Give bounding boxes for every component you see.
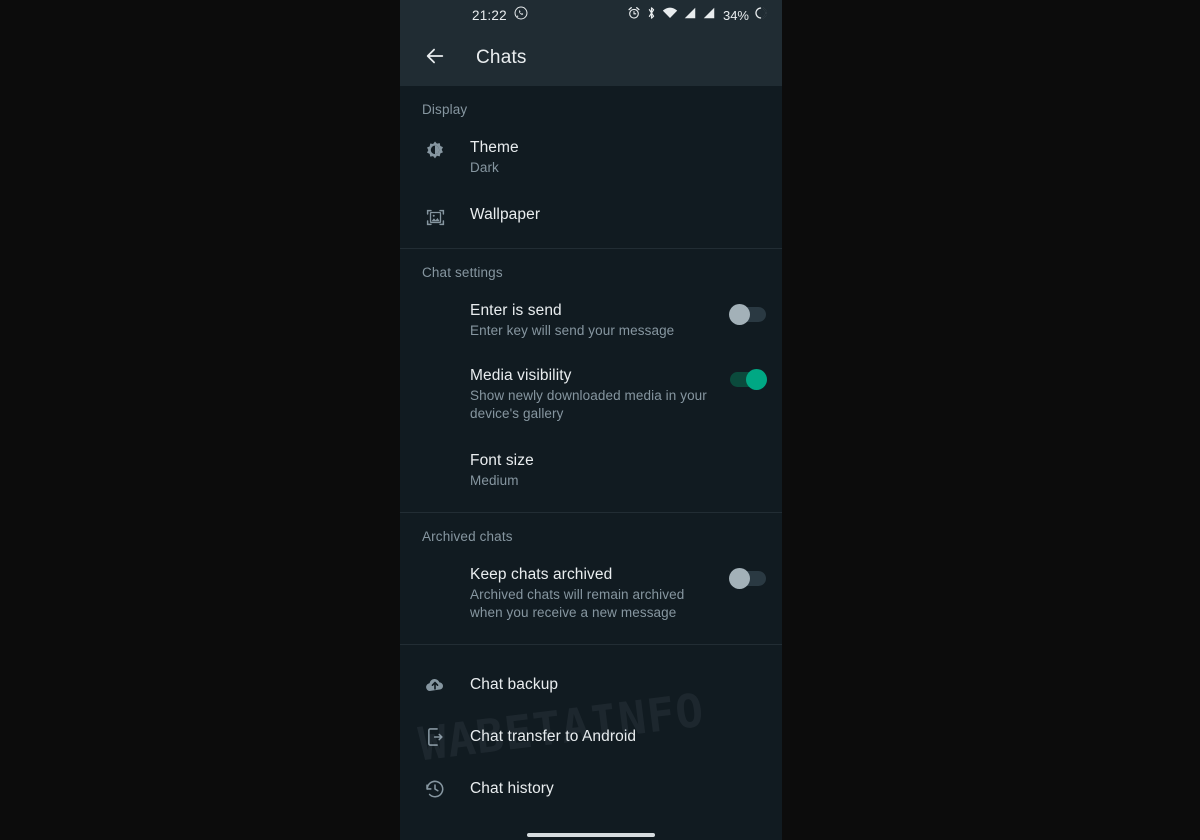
section-archived-chats: Archived chats Keep chats archived Archi… — [400, 512, 782, 644]
section-header-chat-settings: Chat settings — [422, 265, 503, 280]
status-bar-left: 21:22 — [472, 6, 528, 25]
screenshot-canvas: 21:22 34% Chats Display Theme Dark Wallp… — [0, 0, 1200, 840]
enter-is-send-text-block: Enter is send Enter key will send your m… — [470, 301, 730, 340]
media-visibility-text-block: Media visibility Show newly downloaded m… — [470, 366, 730, 423]
media-visibility-description: Show newly downloaded media in your devi… — [470, 388, 707, 421]
settings-row-chat-history[interactable]: Chat history — [400, 763, 782, 815]
toggle-thumb — [729, 568, 750, 589]
theme-text-block: Theme Dark — [470, 138, 766, 177]
signal-sim2-icon — [702, 6, 716, 25]
section-header-archived-chats: Archived chats — [422, 529, 513, 544]
app-bar: Chats — [400, 30, 782, 86]
battery-percent-label: 34% — [722, 7, 749, 23]
settings-row-theme[interactable]: Theme Dark — [400, 126, 782, 189]
theme-title: Theme — [470, 139, 519, 156]
font-size-title: Font size — [470, 452, 534, 469]
settings-list: Display Theme Dark Wallpaper Chat settin… — [400, 86, 782, 815]
media-visibility-title: Media visibility — [470, 367, 572, 384]
enter-is-send-description: Enter key will send your message — [470, 323, 675, 338]
settings-row-wallpaper[interactable]: Wallpaper — [400, 189, 782, 248]
settings-row-font-size[interactable]: Font size Medium — [400, 437, 782, 512]
chat-backup-title: Chat backup — [470, 676, 559, 693]
battery-circle-icon — [754, 6, 768, 25]
section-header-display: Display — [422, 102, 468, 117]
settings-row-chat-transfer[interactable]: Chat transfer to Android — [400, 711, 782, 763]
brightness-icon — [422, 140, 448, 162]
settings-row-chat-backup[interactable]: Chat backup — [400, 659, 782, 711]
section-chat-settings: Chat settings Enter is send Enter key wi… — [400, 248, 782, 512]
home-gesture-pill[interactable] — [527, 833, 655, 837]
settings-row-keep-chats-archived[interactable]: Keep chats archived Archived chats will … — [400, 553, 782, 644]
wifi-icon — [662, 6, 678, 25]
enter-is-send-title: Enter is send — [470, 302, 562, 319]
font-size-text-block: Font size Medium — [470, 451, 766, 490]
toggle-thumb — [729, 304, 750, 325]
chat-history-title: Chat history — [470, 780, 554, 797]
wallpaper-title: Wallpaper — [470, 206, 541, 223]
page-title: Chats — [476, 47, 527, 68]
system-navigation-bar — [400, 824, 782, 840]
section-backup-and-history: Chat backup Chat transfer to Android Cha… — [400, 644, 782, 815]
section-display: Display Theme Dark Wallpaper — [400, 86, 782, 248]
settings-row-enter-is-send[interactable]: Enter is send Enter key will send your m… — [400, 289, 782, 354]
chat-transfer-title: Chat transfer to Android — [470, 728, 637, 745]
settings-row-media-visibility[interactable]: Media visibility Show newly downloaded m… — [400, 354, 782, 437]
chat-backup-text-block: Chat backup — [470, 675, 766, 695]
keep-chats-archived-description: Archived chats will remain archived when… — [470, 587, 685, 620]
chat-transfer-text-block: Chat transfer to Android — [470, 727, 766, 747]
keep-chats-archived-toggle[interactable] — [729, 568, 766, 589]
enter-is-send-toggle[interactable] — [729, 304, 766, 325]
status-bar-clock: 21:22 — [472, 7, 507, 23]
back-arrow-icon — [424, 45, 446, 72]
font-size-value: Medium — [470, 473, 519, 488]
chat-history-text-block: Chat history — [470, 779, 766, 799]
back-button[interactable] — [416, 39, 454, 77]
whatsapp-icon — [514, 6, 528, 25]
clock-history-icon — [422, 778, 448, 800]
media-visibility-toggle[interactable] — [730, 369, 767, 390]
alarm-clock-icon — [627, 6, 641, 25]
signal-sim1-icon — [683, 6, 697, 25]
phone-transfer-icon — [422, 726, 448, 748]
cloud-upload-icon — [422, 674, 448, 696]
toggle-thumb — [746, 369, 767, 390]
wallpaper-text-block: Wallpaper — [470, 205, 766, 225]
theme-value: Dark — [470, 160, 499, 175]
status-bar: 21:22 34% — [400, 0, 782, 30]
keep-chats-archived-text-block: Keep chats archived Archived chats will … — [470, 565, 730, 622]
phone-screen: 21:22 34% Chats Display Theme Dark Wallp… — [400, 0, 782, 840]
status-bar-right: 34% — [627, 6, 768, 25]
bluetooth-icon — [646, 6, 657, 25]
keep-chats-archived-title: Keep chats archived — [470, 566, 613, 583]
wallpaper-image-icon — [422, 207, 448, 228]
